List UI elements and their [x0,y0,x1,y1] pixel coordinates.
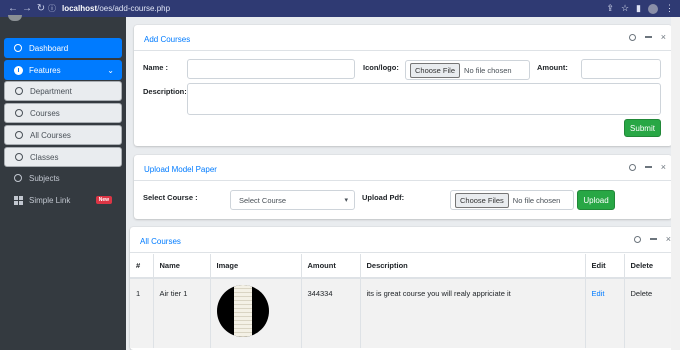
submit-button[interactable]: Submit [624,119,661,137]
sidebar: Dashboard Features ⌄ Department Courses … [0,15,126,350]
chevron-down-icon: ⌄ [107,65,114,75]
select-course-value: Select Course [239,195,287,205]
sidebar-item-department[interactable]: Department [4,81,122,101]
new-badge: New [95,196,112,204]
brand-logo-icon [8,15,22,21]
sidebar-item-all-courses[interactable]: All Courses [4,125,122,145]
choose-file-button[interactable]: Choose File [410,62,461,78]
delete-cell: Delete [624,278,677,348]
close-icon[interactable]: × [661,33,666,42]
course-name: Air tier 1 [153,278,211,348]
circle-icon [15,87,23,95]
file-status: No file chosen [464,65,512,75]
grid-icon [14,195,23,205]
course-image-cell [210,278,302,348]
column-header: Description [360,254,586,279]
description-textarea[interactable] [187,83,661,115]
menu-icon[interactable]: ⋮ [665,3,674,14]
close-icon[interactable]: × [661,163,666,172]
icon-logo-label: Icon/logo: [363,63,399,72]
gauge-icon [14,65,23,75]
sidebar-item-label: Courses [30,108,60,118]
url-path: /oes/add-course.php [97,4,171,13]
back-icon[interactable]: ← [6,3,20,14]
url-host: localhost [62,4,98,13]
upload-model-paper-card: Upload Model Paper × Select Course : Sel… [134,155,672,219]
course-description: its is great course you will realy appri… [360,278,586,348]
sidebar-item-simple-link[interactable]: Simple Link New [4,190,122,210]
edit-cell: Edit [585,278,625,348]
upload-button[interactable]: Upload [577,190,615,210]
column-header: Edit [585,254,625,279]
minimize-icon[interactable] [644,166,652,168]
card-title: Upload Model Paper [144,165,217,174]
card-header: Add Courses × [134,25,672,51]
circle-icon [15,131,23,139]
table-header-row: # Name Image Amount Description Edit Del… [130,254,677,279]
sidebar-item-label: Dashboard [29,43,69,53]
select-course-dropdown[interactable]: Select Course ▾ [230,190,355,210]
address-bar[interactable]: localhost/oes/add-course.php [62,4,170,13]
icon-file-input[interactable]: Choose File No file chosen [405,60,530,80]
collapse-icon[interactable] [633,235,641,243]
bookmark-star-icon[interactable]: ☆ [621,3,629,14]
add-courses-card: Add Courses × Name : Icon/logo: Choose F… [134,25,672,146]
sidebar-item-label: Department [30,86,72,96]
sidebar-item-dashboard[interactable]: Dashboard [4,38,122,58]
sidebar-item-features[interactable]: Features ⌄ [4,60,122,80]
card-title: All Courses [140,237,181,246]
page-scrollbar[interactable] [671,17,680,350]
column-header: Delete [624,254,677,279]
all-courses-card: All Courses × # Name Image Amount Descri… [130,227,677,350]
card-header: Upload Model Paper × [134,155,672,181]
minimize-icon[interactable] [644,36,652,38]
sidebar-item-subjects[interactable]: Subjects [4,168,122,188]
site-info-icon[interactable]: ⓘ [48,3,58,14]
card-header: All Courses × [130,227,677,253]
sidebar-item-label: Subjects [29,173,60,183]
delete-link[interactable]: Delete [631,289,653,298]
row-number: 1 [130,278,154,348]
circle-icon [14,44,22,52]
choose-files-button[interactable]: Choose Files [455,192,509,208]
collapse-icon[interactable] [628,33,636,41]
circle-icon [15,109,23,117]
table-row: 1 Air tier 1 344334 its is great course … [130,278,677,348]
sidebar-item-courses[interactable]: Courses [4,103,122,123]
upload-pdf-label: Upload Pdf: [362,193,405,202]
sidebar-item-label: Simple Link [29,195,71,205]
pdf-file-input[interactable]: Choose Files No file chosen [450,190,574,210]
minimize-icon[interactable] [649,238,657,240]
sidebar-toggle-icon[interactable]: ▮ [636,3,641,14]
sidebar-item-label: Classes [30,152,59,162]
column-header: Name [153,254,211,279]
amount-label: Amount: [537,63,568,72]
sidebar-item-classes[interactable]: Classes [4,147,122,167]
edit-link[interactable]: Edit [592,289,605,298]
file-status: No file chosen [512,195,561,205]
forward-icon[interactable]: → [20,3,34,14]
chevron-down-icon: ▾ [344,197,348,204]
sidebar-item-label: All Courses [30,130,71,140]
browser-toolbar: ← → ↻ ⓘ localhost/oes/add-course.php ⇪ ☆… [0,0,680,17]
column-header: Image [210,254,302,279]
column-header: Amount [301,254,361,279]
course-image [216,285,269,337]
courses-table: # Name Image Amount Description Edit Del… [130,254,677,348]
circle-icon [14,174,22,182]
sidebar-item-label: Features [29,65,61,75]
share-icon[interactable]: ⇪ [606,3,614,14]
course-amount: 344334 [301,278,361,348]
name-input[interactable] [187,59,355,79]
column-header: # [130,254,154,279]
reload-icon[interactable]: ↻ [34,3,48,14]
collapse-icon[interactable] [628,163,636,171]
amount-input[interactable] [581,59,661,79]
card-title: Add Courses [144,35,191,44]
description-label: Description: [143,87,187,96]
profile-avatar-icon[interactable] [648,3,658,14]
name-label: Name : [143,63,169,72]
select-course-label: Select Course : [143,193,198,202]
circle-icon [15,153,23,161]
